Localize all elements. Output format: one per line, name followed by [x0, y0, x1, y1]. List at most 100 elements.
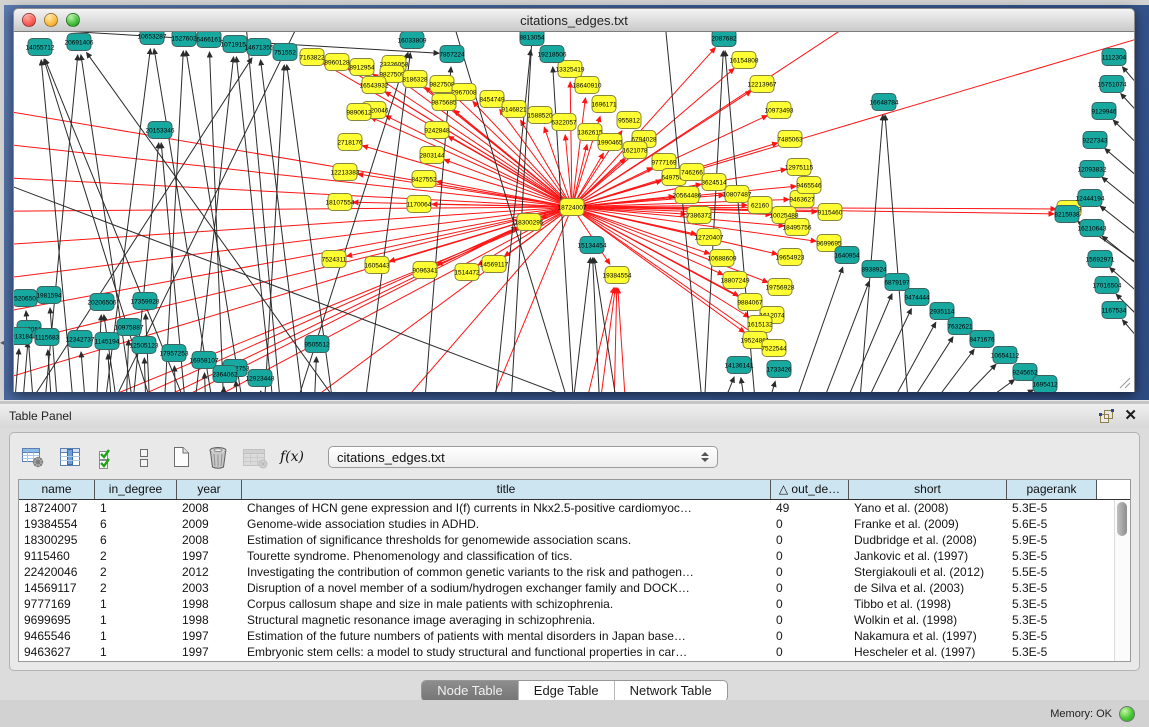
graph-node[interactable]: 12505123 [130, 337, 159, 354]
graph-node[interactable]: 6879197 [884, 274, 910, 291]
table-row[interactable]: 2242004622012Investigating the contribut… [19, 564, 1130, 580]
graph-edge[interactable] [766, 381, 775, 392]
column-header-in_degree[interactable]: in_degree [95, 480, 177, 499]
graph-edge[interactable] [244, 32, 282, 392]
graph-edge[interactable] [14, 207, 572, 212]
table-cell[interactable]: Estimation of significance thresholds fo… [242, 532, 771, 548]
graph-edge[interactable] [236, 381, 238, 392]
table-cell[interactable]: 6 [95, 532, 177, 548]
graph-edge[interactable] [885, 115, 909, 392]
graph-node[interactable]: 18107554 [326, 194, 355, 211]
graph-node[interactable]: 9777169 [651, 154, 677, 171]
graph-node[interactable]: 62160 [748, 197, 772, 214]
table-cell[interactable]: 2012 [177, 564, 242, 580]
table-cell[interactable]: 5.3E-5 [1007, 580, 1097, 596]
graph-node[interactable]: 18300295 [515, 214, 544, 231]
minimize-window-button[interactable] [44, 13, 58, 27]
table-cell[interactable]: 1 [95, 612, 177, 628]
column-header-year[interactable]: year [177, 480, 242, 499]
table-cell[interactable]: 9465546 [19, 628, 95, 644]
graph-edge[interactable] [618, 288, 626, 392]
graph-edge[interactable] [154, 49, 214, 392]
graph-edge[interactable] [792, 267, 843, 392]
table-cell[interactable]: Stergiakouli et al. (2012) [849, 564, 1007, 580]
graph-edge[interactable] [261, 391, 262, 392]
graph-node[interactable]: 15692971 [1086, 251, 1115, 268]
graph-node[interactable]: 1640954 [834, 247, 860, 264]
graph-node[interactable]: 751552 [273, 44, 297, 61]
graph-node[interactable]: 19384554 [603, 267, 632, 284]
graph-node[interactable]: 9115460 [818, 204, 843, 221]
network-canvas[interactable]: 1872400771638228960128891295423226058982… [13, 32, 1135, 392]
graph-node[interactable]: 16543932 [360, 77, 389, 94]
table-cell[interactable]: 0 [771, 644, 849, 660]
graph-node[interactable]: 8215938 [1054, 206, 1080, 223]
graph-node[interactable]: 8912954 [349, 59, 375, 76]
table-cell[interactable]: 1997 [177, 548, 242, 564]
graph-node[interactable]: 8454749 [479, 91, 505, 108]
table-cell[interactable]: 2008 [177, 500, 242, 516]
graph-node[interactable]: 1588520 [527, 107, 553, 124]
table-row[interactable]: 977716911998Corpus callosum shape and si… [19, 596, 1130, 612]
table-cell[interactable]: 1 [95, 644, 177, 660]
graph-node[interactable]: 9146821 [501, 101, 527, 118]
column-header-short[interactable]: short [849, 480, 1007, 499]
graph-node[interactable]: 9875685 [431, 94, 457, 111]
table-cell[interactable]: 5.3E-5 [1007, 596, 1097, 612]
graph-edge[interactable] [14, 207, 572, 252]
table-cell[interactable]: 2 [95, 548, 177, 564]
table-selector-dropdown[interactable]: citations_edges.txt [328, 446, 718, 468]
collapse-sidebar-arrow-icon[interactable]: ◂ [0, 338, 4, 347]
graph-node[interactable]: 9474444 [904, 289, 930, 306]
float-panel-icon[interactable] [1098, 408, 1114, 424]
graph-edge[interactable] [1102, 177, 1134, 236]
vertical-scrollbar[interactable] [1114, 500, 1130, 661]
graph-node[interactable]: 20564486 [673, 187, 702, 204]
graph-edge[interactable] [1121, 94, 1134, 152]
close-window-button[interactable] [22, 13, 36, 27]
graph-node[interactable]: 1615132 [747, 316, 773, 333]
graph-node[interactable]: 14055712 [26, 39, 55, 56]
graph-node[interactable]: 9096341 [412, 262, 438, 279]
graph-edge[interactable] [859, 115, 883, 392]
graph-edge[interactable] [584, 288, 614, 392]
graph-edge[interactable] [572, 145, 587, 207]
table-row[interactable]: 969969511998Structural magnetic resonanc… [19, 612, 1130, 628]
table-row[interactable]: 946554611997Estimation of the future num… [19, 628, 1130, 644]
graph-node[interactable]: 10973493 [765, 102, 794, 119]
scrollbar-thumb[interactable] [1117, 502, 1127, 536]
graph-edge[interactable] [970, 380, 1014, 392]
graph-node[interactable]: 17016504 [1093, 277, 1122, 294]
network-graph[interactable]: 1872400771638228960128891295423226058982… [14, 32, 1134, 392]
graph-edge[interactable] [22, 342, 28, 392]
graph-edge[interactable] [164, 51, 183, 392]
table-cell[interactable]: Wolkin et al. (1998) [849, 612, 1007, 628]
graph-node[interactable]: 16648784 [870, 94, 899, 111]
table-cell[interactable]: Nakamura et al. (1997) [849, 628, 1007, 644]
table-row[interactable]: 911546021997Tourette syndrome. Phenomeno… [19, 548, 1130, 564]
graph-edge[interactable] [424, 67, 451, 392]
table-cell[interactable]: Genome-wide association studies in ADHD. [242, 516, 771, 532]
table-cell[interactable]: Tourette syndrome. Phenomenology and cla… [242, 548, 771, 564]
graph-node[interactable]: 1695412 [1032, 376, 1058, 393]
table-cell[interactable]: de Silva et al. (2003) [849, 580, 1007, 596]
resize-grip-icon[interactable] [1117, 375, 1131, 389]
graph-edge[interactable] [96, 315, 101, 392]
graph-edge[interactable] [371, 117, 572, 207]
table-cell[interactable]: Investigating the contribution of common… [242, 564, 771, 580]
table-cell[interactable]: 5.6E-5 [1007, 516, 1097, 532]
table-cell[interactable]: 1997 [177, 644, 242, 660]
graph-node[interactable]: 7163822 [299, 49, 325, 66]
graph-edge[interactable] [572, 258, 590, 392]
table-cell[interactable]: 49 [771, 500, 849, 516]
graph-node[interactable]: 7632621 [947, 318, 973, 335]
graph-edge[interactable] [990, 390, 1033, 392]
graph-edge[interactable] [126, 340, 129, 392]
table-cell[interactable]: 1998 [177, 612, 242, 628]
table-cell[interactable]: Disruption of a novel member of a sodium… [242, 580, 771, 596]
graph-node[interactable]: 1621078 [622, 142, 648, 159]
table-cell[interactable]: 0 [771, 548, 849, 564]
show-columns-icon[interactable] [57, 444, 83, 470]
table-cell[interactable]: 1998 [177, 596, 242, 612]
table-row[interactable]: 1938455462009Genome-wide association stu… [19, 516, 1130, 532]
